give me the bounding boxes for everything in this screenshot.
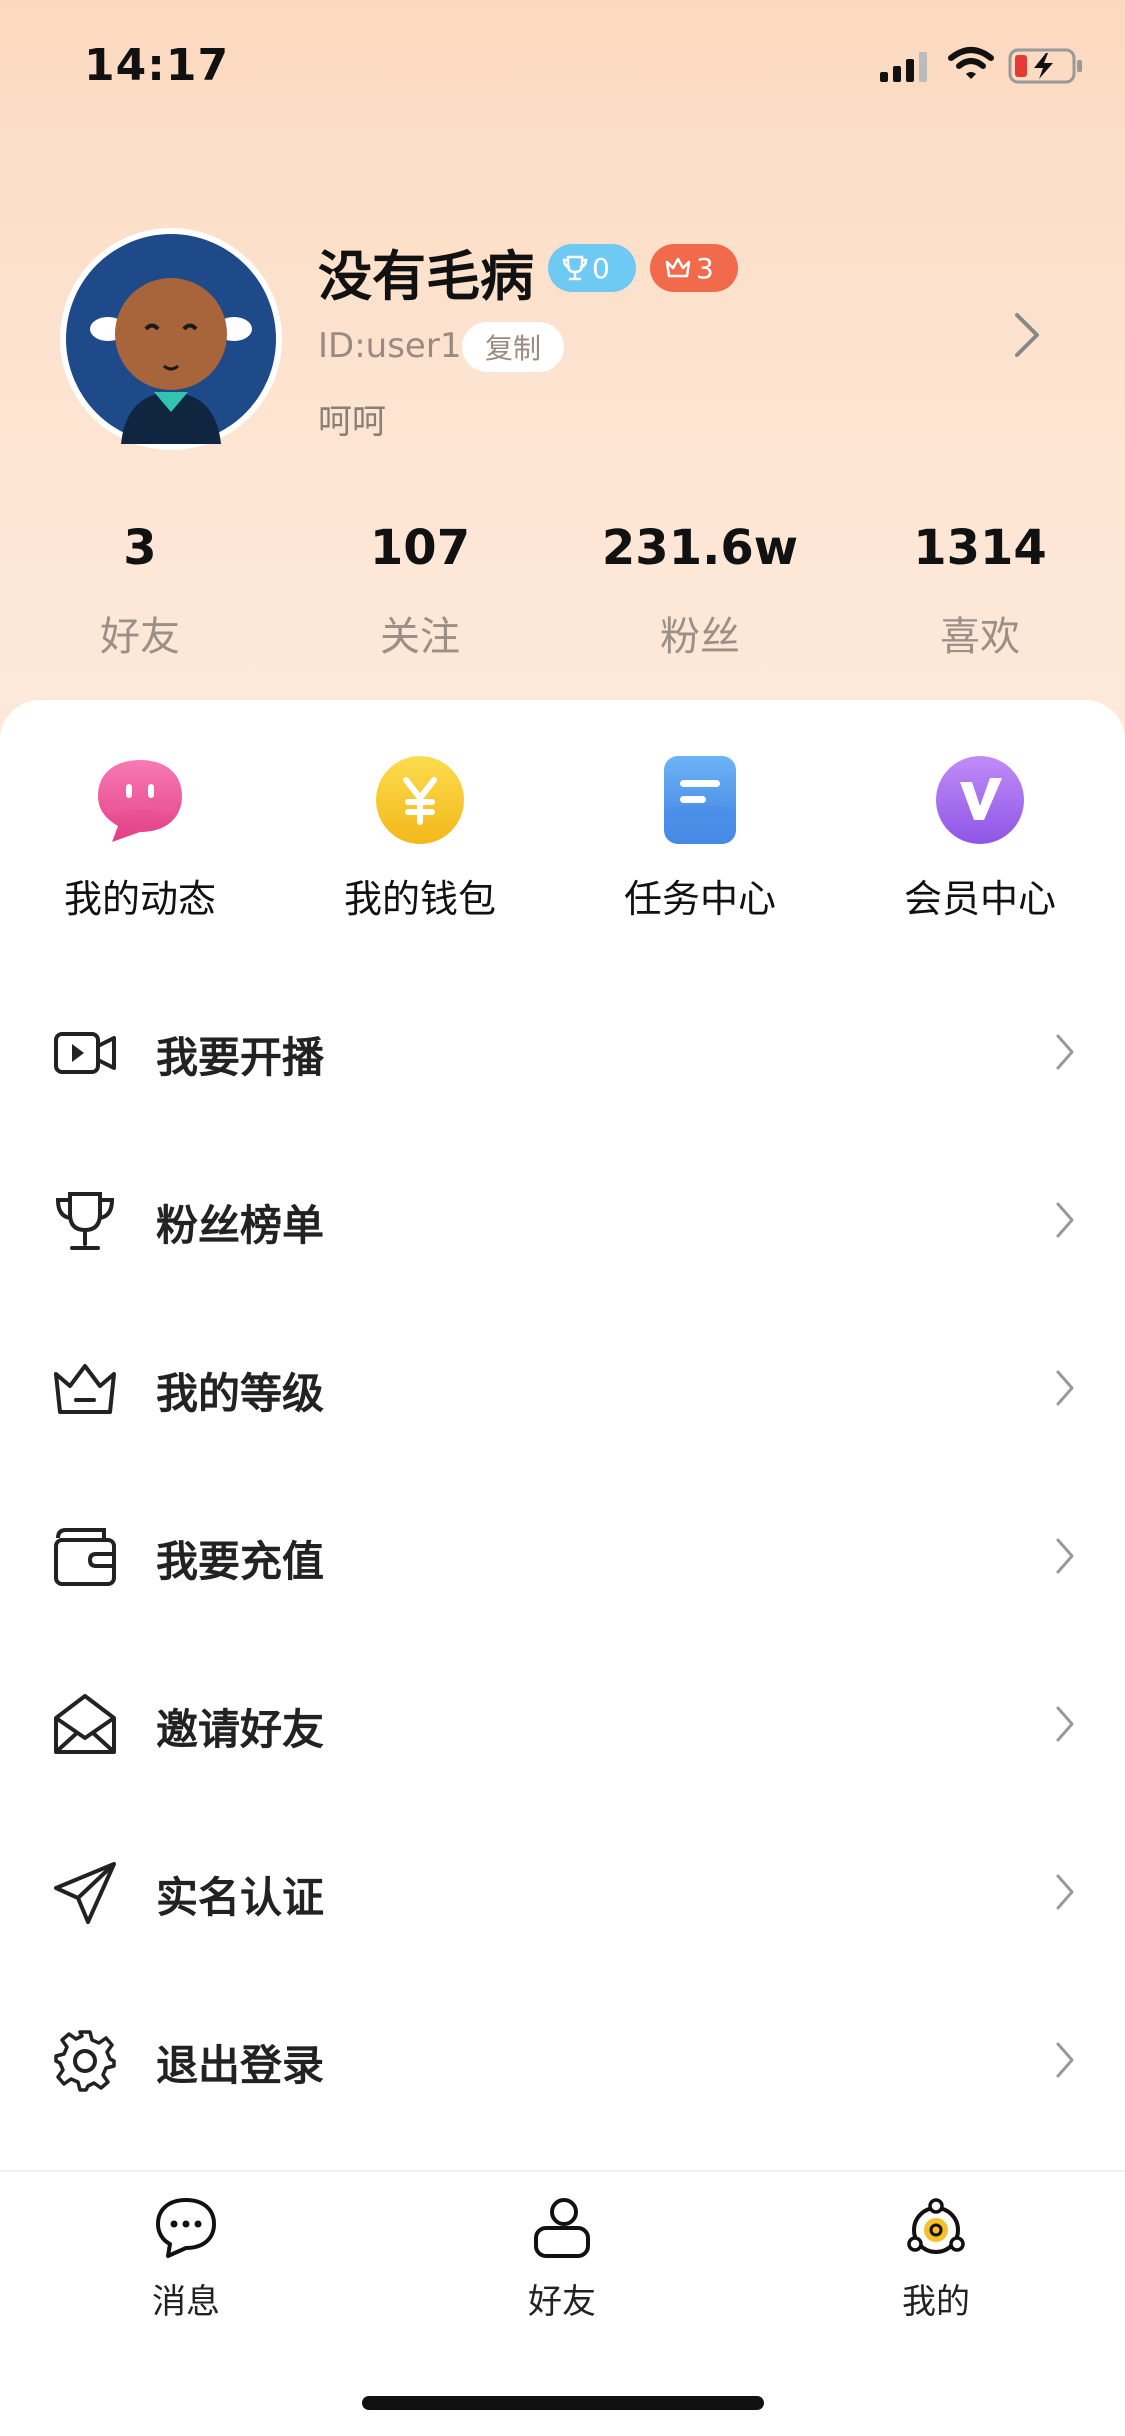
chevron-right-icon — [1056, 1874, 1074, 1910]
paper-plane-icon — [54, 1862, 116, 1924]
trophy-badge: 0 — [548, 244, 636, 292]
copy-id-button[interactable]: 复制 — [462, 322, 564, 372]
menu-item-real-name-verification[interactable]: 实名认证 — [0, 1808, 1125, 1976]
menu-item-label: 我的等级 — [156, 1369, 325, 1418]
profile-chevron-right-icon[interactable] — [1012, 310, 1042, 360]
stat-fans[interactable]: 231.6w 粉丝 — [560, 520, 840, 662]
menu-item-label: 粉丝榜单 — [156, 1201, 325, 1250]
menu-item-recharge[interactable]: 我要充值 — [0, 1472, 1125, 1640]
avatar[interactable] — [60, 228, 282, 450]
tab-messages[interactable]: 消息 — [86, 2196, 286, 2323]
chevron-right-icon — [1056, 1706, 1074, 1742]
stat-value: 231.6w — [601, 520, 799, 576]
menu-item-label: 实名认证 — [156, 1873, 325, 1922]
profile-name: 没有毛病 — [318, 245, 534, 308]
menu-item-invite-friends[interactable]: 邀请好友 — [0, 1640, 1125, 1808]
stat-value: 1314 — [913, 520, 1047, 576]
chevron-right-icon — [1056, 1370, 1074, 1406]
tab-label: 消息 — [152, 2282, 220, 2322]
menu-item-go-live[interactable]: 我要开播 — [0, 968, 1125, 1136]
stat-label: 喜欢 — [940, 614, 1020, 660]
trophy-icon — [55, 1192, 115, 1250]
message-icon — [156, 2198, 216, 2258]
battery-charging-icon — [1008, 48, 1082, 84]
tab-label: 好友 — [528, 2282, 596, 2322]
stat-label: 好友 — [100, 614, 180, 660]
stat-friends[interactable]: 3 好友 — [0, 520, 280, 662]
chevron-right-icon — [1056, 1538, 1074, 1574]
menu-item-label: 退出登录 — [156, 2041, 325, 2090]
quick-action-label: 会员中心 — [903, 877, 1056, 921]
crown-icon — [54, 1364, 116, 1414]
menu-item-my-level[interactable]: 我的等级 — [0, 1304, 1125, 1472]
profile-bio: 呵呵 — [318, 402, 386, 442]
menu-item-fan-ranking[interactable]: 粉丝榜单 — [0, 1136, 1125, 1304]
trophy-count: 0 — [592, 251, 610, 285]
wifi-icon — [948, 47, 994, 79]
quick-action-label: 我的钱包 — [343, 877, 496, 921]
stat-value: 107 — [369, 520, 471, 576]
menu-item-label: 我要开播 — [156, 1033, 325, 1082]
menu-item-label: 我要充值 — [156, 1537, 325, 1586]
status-bar: 14:17 — [0, 0, 1125, 140]
quick-action-vip-center[interactable]: 会员中心 — [840, 754, 1120, 923]
quick-action-wallet[interactable]: 我的钱包 — [280, 754, 560, 923]
stat-likes[interactable]: 1314 喜欢 — [840, 520, 1120, 662]
quick-action-label: 我的动态 — [63, 877, 216, 921]
crown-badge: 3 — [650, 244, 738, 292]
wallet-icon — [54, 1528, 116, 1586]
vip-v-icon — [936, 756, 1024, 844]
quick-action-task-center[interactable]: 任务中心 — [560, 754, 840, 923]
crown-small-icon — [665, 257, 691, 278]
chevron-right-icon — [1056, 1202, 1074, 1238]
stat-label: 关注 — [380, 614, 460, 660]
tab-label: 我的 — [902, 2282, 970, 2322]
chevron-right-icon — [1056, 1034, 1074, 1070]
stat-following[interactable]: 107 关注 — [280, 520, 560, 662]
video-camera-icon — [54, 1032, 116, 1074]
envelope-icon — [54, 1694, 116, 1754]
chevron-right-icon — [1056, 2042, 1074, 2078]
crown-count: 3 — [696, 251, 714, 285]
quick-action-label: 任务中心 — [623, 877, 776, 921]
menu-item-label: 邀请好友 — [156, 1705, 325, 1754]
stat-label: 粉丝 — [660, 614, 740, 660]
home-indicator — [362, 2396, 764, 2410]
trophy-small-icon — [562, 255, 588, 281]
status-time: 14:17 — [84, 40, 230, 91]
avatar-image — [66, 234, 276, 444]
stat-value: 3 — [123, 520, 157, 576]
person-icon — [534, 2198, 590, 2258]
quick-action-my-posts[interactable]: 我的动态 — [0, 754, 280, 923]
yen-coin-icon — [376, 756, 464, 844]
user-id: ID:user1 — [318, 326, 462, 366]
tab-friends[interactable]: 好友 — [462, 2196, 662, 2323]
me-icon — [907, 2198, 965, 2254]
gear-icon — [54, 2030, 116, 2092]
tab-me[interactable]: 我的 — [836, 2196, 1036, 2323]
task-list-icon — [664, 756, 736, 844]
cellular-signal-icon — [880, 52, 927, 82]
chat-bubble-icon — [98, 760, 182, 842]
menu-item-logout[interactable]: 退出登录 — [0, 1976, 1125, 2144]
